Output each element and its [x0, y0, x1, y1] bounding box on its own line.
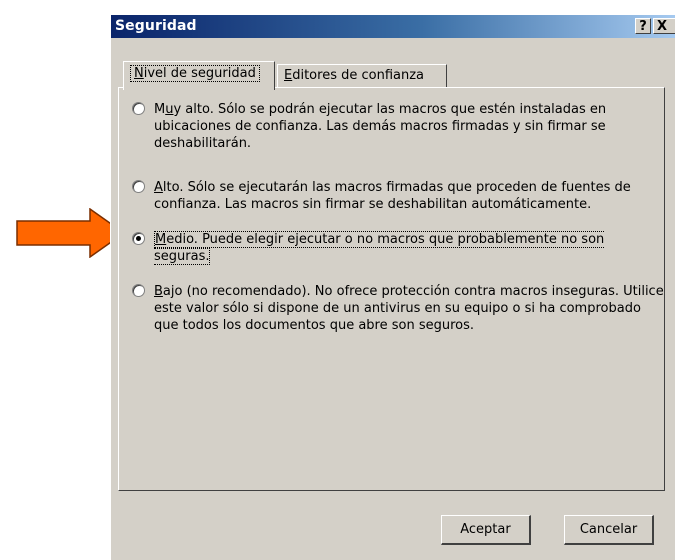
tab-label: Nivel de seguridad	[130, 65, 260, 82]
radio-medium[interactable]	[132, 232, 145, 245]
security-level-panel: Muy alto. Sólo se podrán ejecutar las ma…	[118, 87, 665, 491]
ok-button[interactable]: Aceptar	[441, 515, 531, 545]
tab-label: Editores de confianza	[284, 68, 425, 83]
tab-security-level[interactable]: Nivel de seguridad	[123, 61, 275, 90]
option-label: Alto. Sólo se ejecutarán las macros firm…	[154, 180, 631, 212]
radio-very-high[interactable]	[132, 102, 145, 115]
option-label: Bajo (no recomendado). No ofrece protecc…	[154, 284, 664, 333]
option-label: Medio. Puede elegir ejecutar o no macros…	[154, 231, 605, 265]
help-button[interactable]: ?	[635, 18, 651, 34]
radio-high[interactable]	[132, 180, 145, 193]
radio-low[interactable]	[132, 284, 145, 297]
tab-trusted-publishers[interactable]: Editores de confianza	[277, 64, 447, 87]
radio-selected-dot	[136, 236, 141, 241]
close-button[interactable]: X	[653, 18, 675, 34]
title-bar: Seguridad ? X	[111, 15, 675, 38]
security-dialog: Seguridad ? X Nivel de seguridad Editore…	[110, 14, 675, 560]
cancel-button[interactable]: Cancelar	[564, 515, 654, 545]
window-title: Seguridad	[115, 18, 197, 34]
option-label: Muy alto. Sólo se podrán ejecutar las ma…	[154, 102, 607, 151]
